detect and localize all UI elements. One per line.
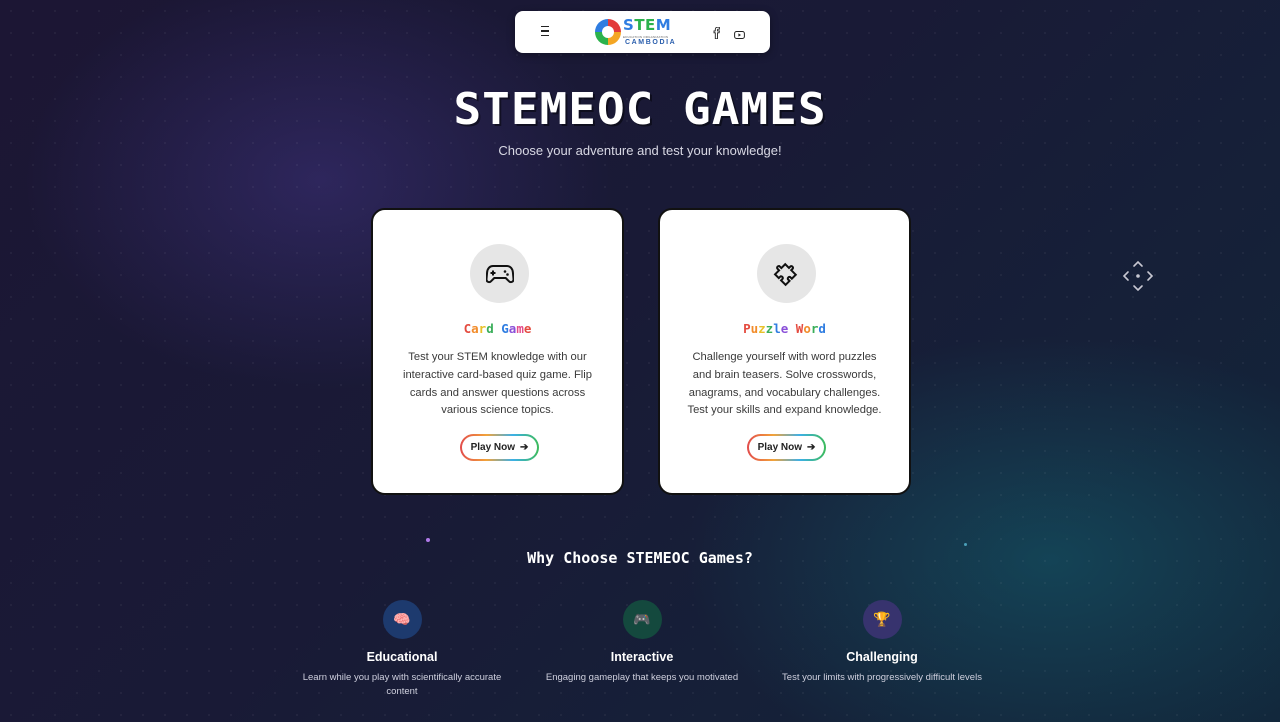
- page-subtitle: Choose your adventure and test your know…: [498, 143, 782, 158]
- page-title: STEMEOC GAMES: [453, 83, 827, 135]
- decorative-dot: [426, 538, 430, 542]
- trophy-icon: 🏆: [862, 600, 902, 639]
- feature-title: Educational: [366, 650, 438, 664]
- puzzle-word-card[interactable]: Puzzle Word Challenge yourself with word…: [658, 208, 911, 495]
- feature-interactive: 🎮 Interactive Engaging gameplay that kee…: [522, 600, 762, 685]
- logo-emblem-icon: [595, 19, 621, 45]
- card-game-card[interactable]: Card Game Test your STEM knowledge with …: [371, 208, 624, 495]
- feature-title: Challenging: [846, 650, 918, 664]
- feature-educational: 🧠 Educational Learn while you play with …: [282, 600, 522, 699]
- facebook-icon[interactable]: [712, 26, 722, 40]
- decorative-dot: [964, 543, 967, 546]
- play-now-button[interactable]: Play Now ➔: [460, 434, 539, 461]
- arrow-right-icon: ➔: [807, 442, 816, 453]
- play-now-label: Play Now: [757, 442, 803, 453]
- card-description: Challenge yourself with word puzzles and…: [687, 351, 882, 417]
- menu-icon[interactable]: [541, 26, 549, 36]
- card-title: Puzzle Word: [743, 321, 826, 336]
- logo-country: CAMBODIA: [625, 39, 677, 46]
- gamepad-icon: [470, 244, 529, 303]
- why-section-title: Why Choose STEMEOC Games?: [527, 549, 753, 567]
- card-description: Test your STEM knowledge with our intera…: [402, 351, 593, 417]
- play-now-label: Play Now: [470, 442, 516, 453]
- play-now-button[interactable]: Play Now ➔: [747, 434, 826, 461]
- feature-description: Learn while you play with scientifically…: [302, 672, 502, 697]
- feature-challenging: 🏆 Challenging Test your limits with prog…: [762, 600, 1002, 685]
- logo-title: STEM: [623, 16, 672, 34]
- feature-description: Engaging gameplay that keeps you motivat…: [545, 672, 739, 683]
- feature-title: Interactive: [610, 650, 674, 664]
- stem-logo[interactable]: STEM EDUCATION ORGANIZATION CAMBODIA: [595, 16, 675, 46]
- feature-description: Test your limits with progressively diff…: [782, 672, 982, 683]
- move-arrows-icon: [1122, 260, 1154, 292]
- top-nav: STEM EDUCATION ORGANIZATION CAMBODIA: [515, 11, 770, 53]
- brain-icon: 🧠: [382, 600, 422, 639]
- game-controller-icon: 🎮: [622, 600, 662, 639]
- card-title: Card Game: [463, 321, 532, 336]
- arrow-right-icon: ➔: [520, 442, 529, 453]
- puzzle-icon: [757, 244, 816, 303]
- youtube-icon[interactable]: [734, 27, 745, 39]
